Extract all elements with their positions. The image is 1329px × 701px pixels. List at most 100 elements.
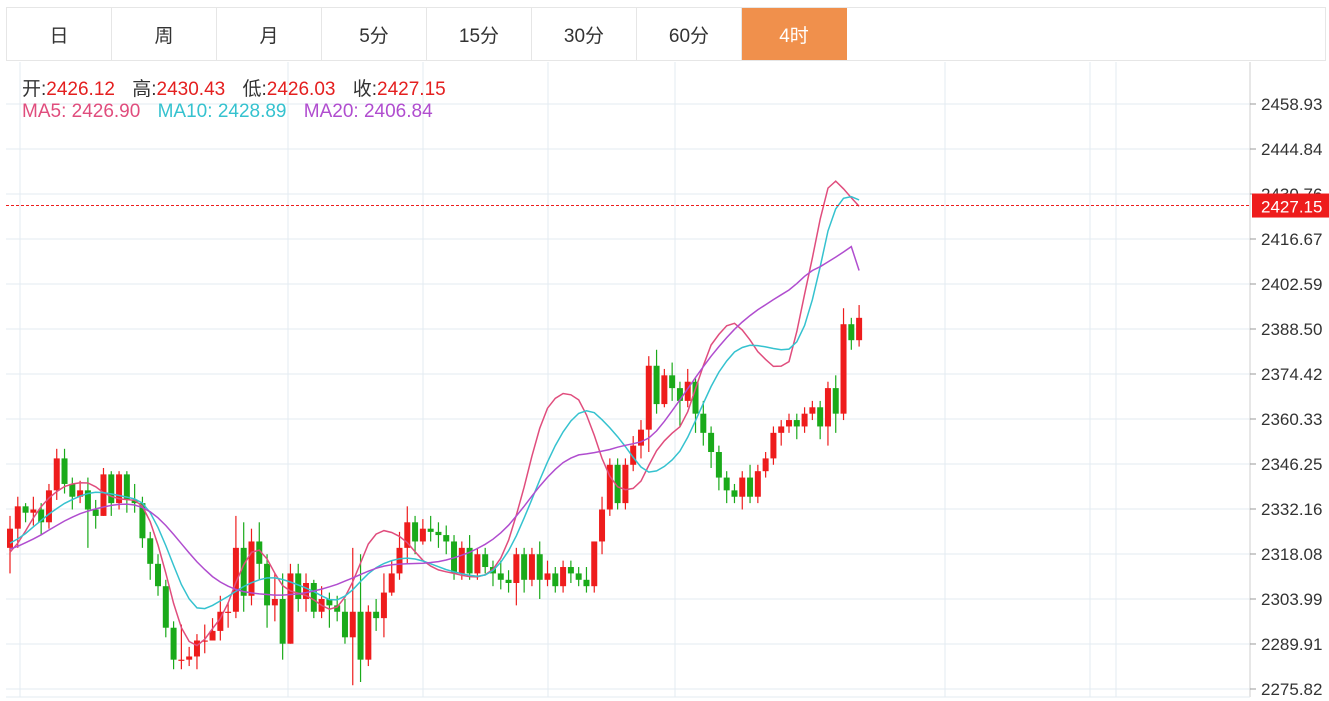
candle-body [536, 554, 543, 580]
close-value: 2427.15 [377, 79, 446, 100]
high-value: 2430.43 [156, 79, 226, 100]
candle-body [567, 567, 574, 574]
candle-body [458, 547, 465, 574]
candle-body [14, 506, 21, 529]
candle-body [341, 611, 348, 638]
candle-body [832, 388, 839, 414]
candle-body [22, 506, 29, 513]
y-tick-label: 2444.84 [1261, 140, 1322, 159]
candle-body [232, 547, 239, 612]
candle-body [528, 554, 535, 580]
y-tick-label: 2388.50 [1261, 320, 1322, 339]
candle-body [505, 579, 512, 583]
candle-body [560, 567, 567, 587]
candle-body [61, 458, 68, 484]
candle-body [435, 531, 442, 536]
candle-body [770, 432, 777, 459]
candle-body [412, 522, 419, 542]
y-tick-label: 2275.82 [1261, 680, 1322, 699]
candle-body [848, 324, 855, 341]
candle-body [778, 426, 785, 433]
candle-body [645, 365, 652, 430]
candle-body [170, 627, 177, 660]
candle-body [162, 586, 169, 628]
candle-body [155, 563, 162, 587]
candle-body [793, 420, 800, 427]
high-label: 高: [132, 79, 157, 100]
ma10-line [9, 195, 860, 610]
ma10-value: 2428.89 [217, 101, 287, 122]
candle-body [591, 541, 598, 587]
y-tick-label: 2402.59 [1261, 275, 1322, 294]
candle-body [809, 407, 816, 414]
candle-body [108, 474, 115, 504]
ma-readout: MA5: 2426.90 MA10: 2428.89 MA20: 2406.84 [22, 101, 433, 123]
last-price-label: 2427.15 [1261, 198, 1322, 217]
candle-body [427, 528, 434, 532]
candle-body [731, 490, 738, 497]
candle-body [700, 413, 707, 433]
open-label: 开: [22, 79, 47, 100]
candle-body [69, 483, 76, 497]
candle-body [824, 388, 831, 427]
candle-body [310, 582, 317, 612]
candle-body [365, 611, 372, 660]
candle-body [856, 317, 863, 341]
candle-body [723, 477, 730, 491]
candle-body [388, 573, 395, 593]
candle-body [637, 429, 644, 446]
candle-body [349, 611, 356, 638]
low-value: 2426.03 [266, 79, 336, 100]
ma5-value: 2426.90 [71, 101, 141, 122]
candle-body [747, 477, 754, 497]
ohlc-readout: 开:2426.12 高:2430.43 低:2426.03 收:2427.15 [22, 74, 446, 101]
candle-body [521, 554, 528, 580]
candle-body [708, 432, 715, 453]
candle-body [92, 509, 99, 516]
candle-body [287, 573, 294, 644]
y-tick-label: 2332.16 [1261, 500, 1322, 519]
ma20-value: 2406.84 [363, 101, 433, 122]
candle-body [264, 563, 271, 606]
y-tick-label: 2458.93 [1261, 95, 1322, 114]
candle-body [443, 535, 450, 542]
candle-body [193, 640, 200, 657]
candle-body [583, 579, 590, 587]
y-tick-label: 2303.99 [1261, 590, 1322, 609]
candle-body [575, 573, 582, 580]
candle-body [715, 452, 722, 478]
candle-body [373, 611, 380, 619]
candle-body [271, 598, 278, 606]
y-tick-label: 2360.33 [1261, 410, 1322, 429]
candle-body [622, 464, 629, 504]
y-tick-label: 2416.67 [1261, 230, 1322, 249]
candle-body [225, 611, 232, 613]
candle-body [661, 375, 668, 405]
candle-body [482, 554, 489, 568]
candle-body [380, 592, 387, 619]
ma5-label: MA5: [22, 101, 67, 122]
candle-body [53, 458, 60, 491]
candle-body [840, 324, 847, 414]
candle-body [419, 528, 426, 542]
candle-body [552, 573, 559, 587]
y-tick-label: 2374.42 [1261, 365, 1322, 384]
y-tick-label: 2289.91 [1261, 635, 1322, 654]
open-value: 2426.12 [46, 79, 115, 100]
candle-body [100, 474, 107, 516]
candle-body [653, 365, 660, 405]
candle-body [186, 656, 193, 660]
candle-body [30, 509, 37, 513]
y-tick-label: 2346.25 [1261, 455, 1322, 474]
ma5-line [9, 180, 860, 647]
candle-body [544, 573, 551, 580]
candle-body [786, 420, 792, 427]
ma20-line [9, 245, 860, 596]
candle-body [669, 375, 676, 389]
candle-body [279, 598, 286, 644]
candle-body [396, 547, 403, 574]
candle-body [248, 541, 255, 596]
ma20-label: MA20: [303, 101, 359, 122]
candle-body [147, 538, 154, 564]
candle-body [497, 573, 504, 580]
